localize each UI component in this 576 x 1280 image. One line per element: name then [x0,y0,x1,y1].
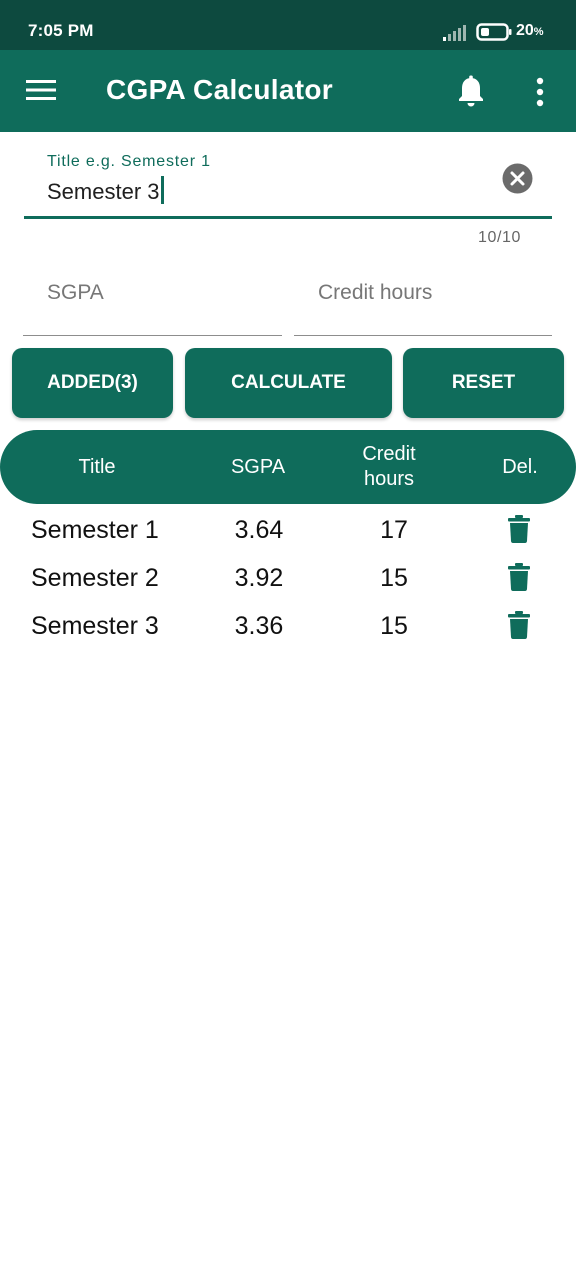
row-sgpa: 3.92 [234,564,284,592]
table-row: Semester 1 3.64 17 [0,506,576,554]
header-credit-hours: Credit hours [339,430,439,504]
sgpa-field[interactable] [23,262,282,336]
table-header: Title SGPA Credit hours Del. [0,430,576,504]
more-vert-icon[interactable] [532,77,548,107]
semester-list: Semester 1 3.64 17 Semester 2 3.92 15 Se… [0,506,576,650]
header-sgpa: SGPA [230,455,286,478]
header-title: Title [78,455,116,478]
title-field[interactable]: Title e.g. Semester 1 Semester 3 [24,145,552,219]
sgpa-input[interactable] [47,281,257,305]
header-delete: Del. [502,455,538,478]
signal-icon [443,25,466,41]
character-counter: 10/10 [478,229,522,246]
bell-icon[interactable] [456,74,486,108]
app-bar: CGPA Calculator [0,50,576,132]
row-sgpa: 3.36 [234,612,284,640]
credit-hours-field[interactable] [294,262,552,336]
delete-icon[interactable] [508,515,530,543]
battery-percent: 20% [516,22,544,39]
credit-hours-input[interactable] [318,281,528,305]
calculate-button[interactable]: CALCULATE [185,348,392,418]
delete-icon[interactable] [508,563,530,591]
battery-icon [476,23,512,41]
row-sgpa: 3.64 [234,516,284,544]
table-row: Semester 3 3.36 15 [0,602,576,650]
title-input-value: Semester 3 [47,179,160,204]
title-field-label: Title e.g. Semester 1 [47,153,211,170]
menu-icon[interactable] [26,78,56,102]
text-cursor [160,176,164,204]
title-input[interactable]: Semester 3 [47,176,164,205]
status-bar: 7:05 PM 20% [0,0,576,50]
table-row: Semester 2 3.92 15 [0,554,576,602]
row-credit-hours: 15 [380,564,408,592]
row-credit-hours: 17 [380,516,408,544]
row-title: Semester 1 [31,516,159,544]
row-title: Semester 2 [31,564,159,592]
app-title: CGPA Calculator [106,74,333,105]
header-credit-hours-text: Credit hours [362,443,416,490]
added-button[interactable]: ADDED(3) [12,348,173,418]
clear-icon[interactable] [501,162,534,195]
row-title: Semester 3 [31,612,159,640]
status-time: 7:05 PM [28,21,94,40]
reset-button[interactable]: RESET [403,348,564,418]
row-credit-hours: 15 [380,612,408,640]
delete-icon[interactable] [508,611,530,639]
